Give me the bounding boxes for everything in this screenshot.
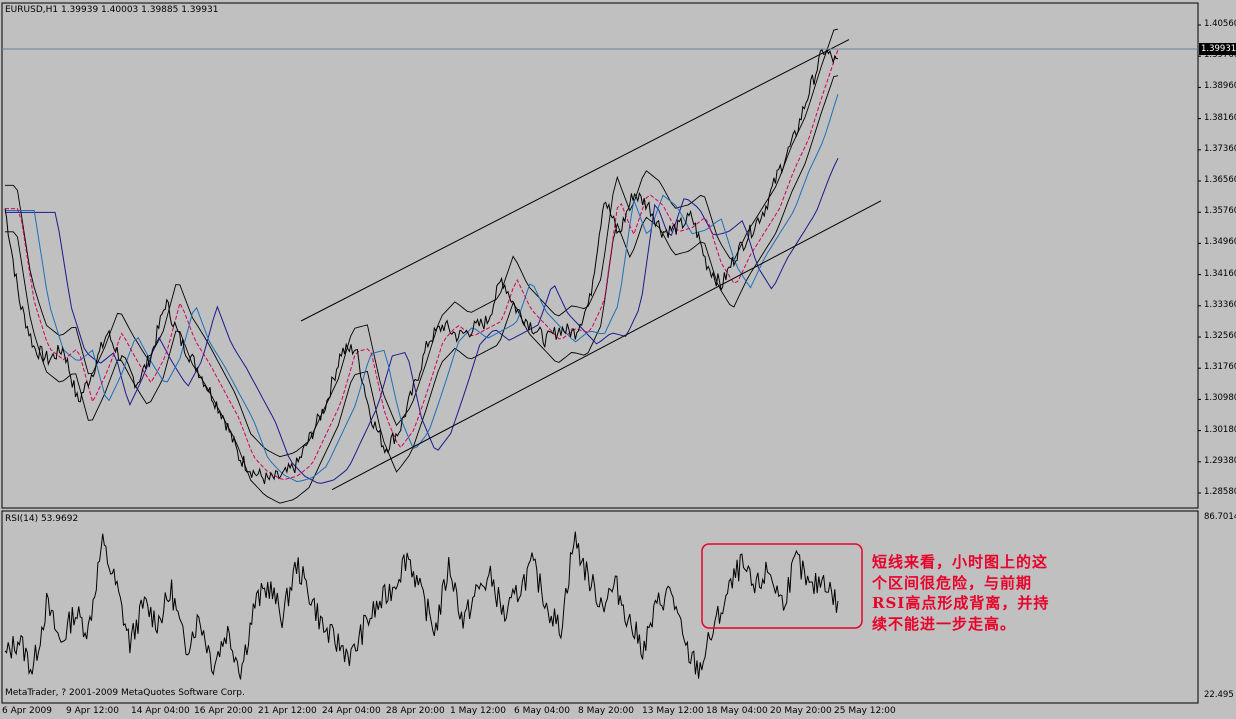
price-axis-label: 1.28580 bbox=[1204, 487, 1236, 497]
time-axis-label: 25 May 12:00 bbox=[834, 706, 896, 716]
price-axis-label: 1.30180 bbox=[1204, 424, 1236, 435]
time-axis-label: 13 May 12:00 bbox=[642, 706, 704, 716]
time-axis-label: 20 May 20:00 bbox=[770, 706, 832, 716]
price-axis-label: 1.40560 bbox=[1204, 19, 1236, 29]
time-axis-label: 6 Apr 2009 bbox=[2, 706, 52, 716]
price-axis-label: 1.39760 bbox=[1204, 50, 1236, 61]
annotation-line: 短线来看，小时图上的这 bbox=[872, 553, 1049, 571]
time-axis-label: 8 May 20:00 bbox=[578, 706, 634, 716]
price-axis-label: 1.37360 bbox=[1204, 143, 1236, 154]
time-axis-label: 14 Apr 04:00 bbox=[131, 706, 190, 716]
price-axis-label: 1.34960 bbox=[1204, 237, 1236, 248]
annotation-line: 个区间很危险，与前期 bbox=[872, 573, 1033, 592]
price-axis-label: 1.31760 bbox=[1204, 362, 1236, 373]
rsi-header: RSI(14) 53.9692 bbox=[5, 514, 79, 524]
time-axis-label: 21 Apr 12:00 bbox=[258, 706, 317, 716]
rsi-axis-top: 86.7014 bbox=[1204, 512, 1236, 522]
chart-window: EURUSD,H1 1.39939 1.40003 1.39885 1.3993… bbox=[0, 0, 1236, 719]
time-axis-label: 9 Apr 12:00 bbox=[66, 706, 119, 716]
rsi-axis-bottom: 22.495 bbox=[1204, 690, 1234, 700]
price-axis-label: 1.29380 bbox=[1204, 455, 1236, 466]
time-axis-label: 28 Apr 20:00 bbox=[386, 706, 445, 716]
price-axis-label: 1.38960 bbox=[1204, 81, 1236, 92]
annotation-text: 短线来看，小时图上的这 个区间很危险，与前期 RSI高点形成背离，并持 续不能进… bbox=[872, 552, 1112, 634]
annotation-line: 续不能进一步走高。 bbox=[872, 614, 1017, 633]
price-axis-label: 1.35760 bbox=[1204, 206, 1236, 217]
price-axis-label: 1.34160 bbox=[1204, 268, 1236, 279]
price-axis-label: 1.32560 bbox=[1204, 331, 1236, 341]
symbol-header: EURUSD,H1 1.39939 1.40003 1.39885 1.3993… bbox=[5, 5, 219, 15]
time-axis-label: 16 Apr 20:00 bbox=[194, 706, 253, 716]
price-axis-label: 1.30980 bbox=[1204, 393, 1236, 404]
time-axis-label: 6 May 04:00 bbox=[514, 706, 570, 716]
annotation-line: RSI高点形成背离，并持 bbox=[872, 594, 1050, 612]
copyright-text: MetaTrader, ? 2001-2009 MetaQuotes Softw… bbox=[5, 688, 245, 698]
time-axis-label: 24 Apr 04:00 bbox=[322, 706, 381, 716]
time-axis-label: 18 May 04:00 bbox=[706, 706, 768, 716]
price-axis-label: 1.38160 bbox=[1204, 112, 1236, 123]
price-axis-label: 1.33360 bbox=[1204, 299, 1236, 310]
price-axis-label: 1.36560 bbox=[1204, 175, 1236, 185]
time-axis-label: 1 May 12:00 bbox=[450, 706, 506, 716]
